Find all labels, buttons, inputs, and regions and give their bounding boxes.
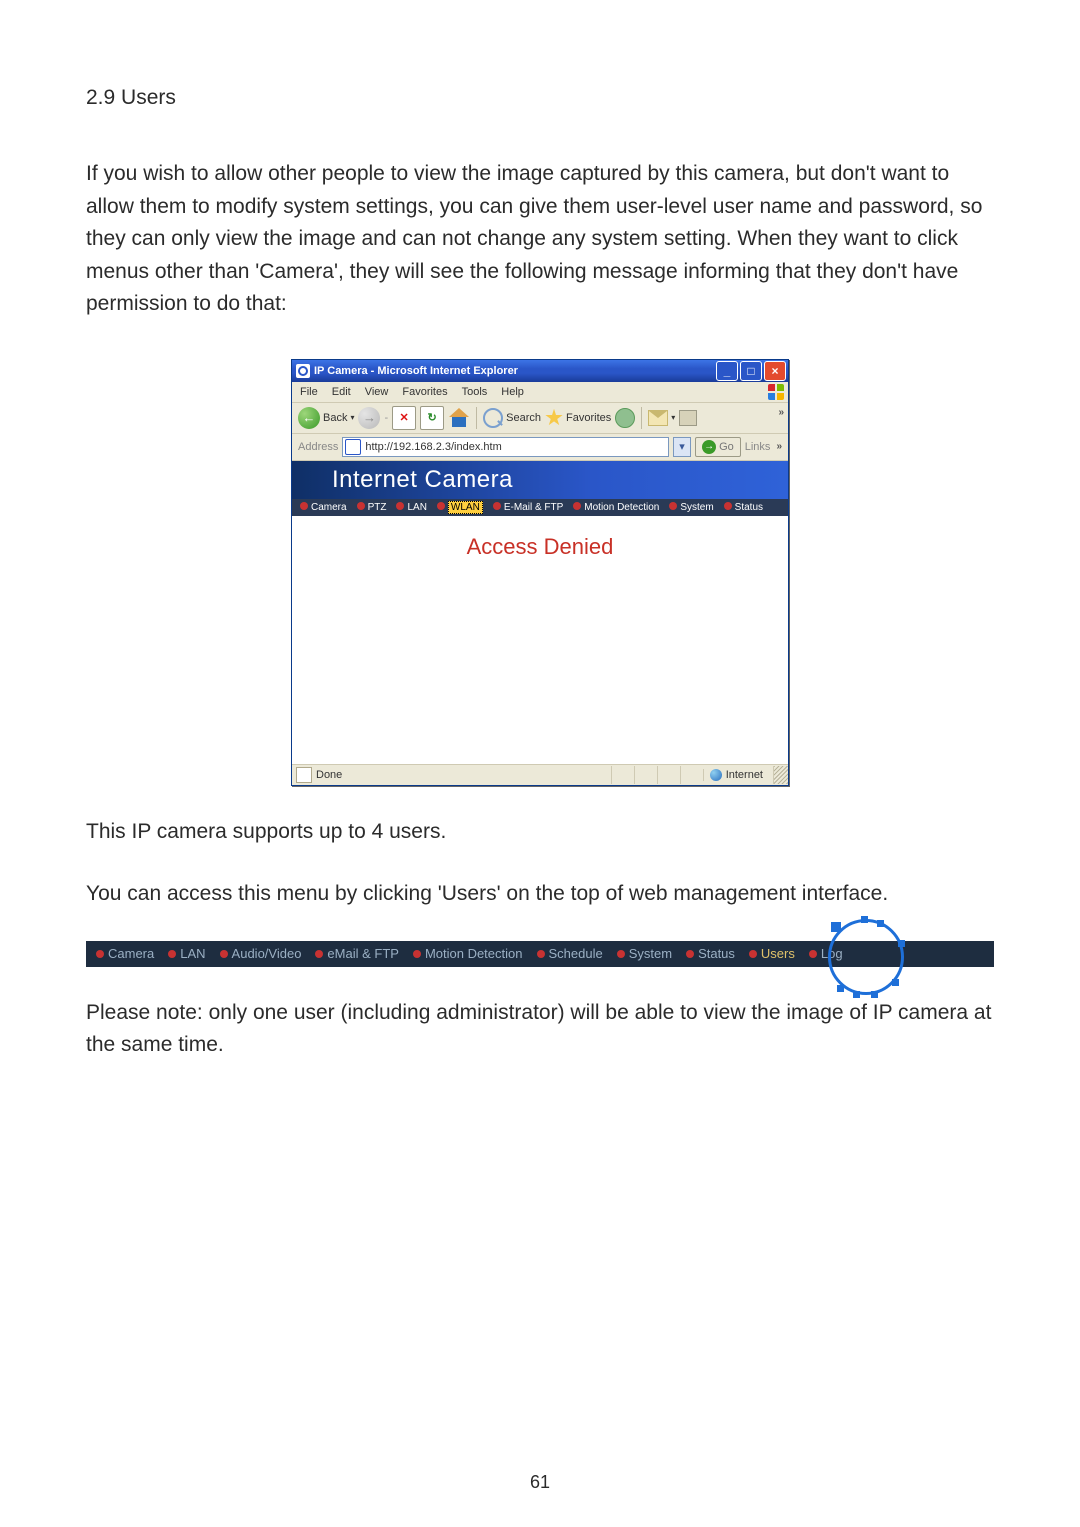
- nav-ptz[interactable]: PTZ: [357, 502, 387, 513]
- paragraph-3: You can access this menu by clicking 'Us…: [86, 878, 994, 911]
- search-button[interactable]: Search: [483, 408, 541, 428]
- address-dropdown[interactable]: ▾: [673, 437, 691, 457]
- address-bar: Address http://192.168.2.3/index.htm ▾ →…: [292, 434, 788, 461]
- wnav-camera[interactable]: Camera: [96, 946, 154, 961]
- document-page: 2.9 Users If you wish to allow other peo…: [0, 0, 1080, 1527]
- paragraph-2: This IP camera supports up to 4 users.: [86, 816, 994, 849]
- go-arrow-icon: →: [702, 440, 716, 454]
- go-button[interactable]: → Go: [695, 437, 741, 457]
- menu-view[interactable]: View: [365, 386, 389, 398]
- window-title: IP Camera - Microsoft Internet Explorer: [314, 365, 716, 377]
- close-button[interactable]: ×: [764, 361, 786, 381]
- forward-button[interactable]: →: [358, 407, 380, 429]
- chevron-down-icon: ▾: [671, 413, 675, 422]
- statusbar-segments: [611, 766, 703, 784]
- wnav-av[interactable]: Audio/Video: [220, 946, 302, 961]
- nav-camera[interactable]: Camera: [300, 502, 347, 513]
- favorites-button[interactable]: Favorites: [545, 409, 611, 427]
- zone-label: Internet: [726, 769, 763, 781]
- favorites-label: Favorites: [566, 412, 611, 424]
- status-zone: Internet: [703, 769, 773, 781]
- camera-content-area: Access Denied: [292, 516, 788, 764]
- links-overflow[interactable]: »: [776, 441, 782, 452]
- search-label: Search: [506, 412, 541, 424]
- windows-flag-icon: [768, 384, 784, 400]
- ie-window: IP Camera - Microsoft Internet Explorer …: [291, 359, 789, 786]
- menu-tools[interactable]: Tools: [462, 386, 488, 398]
- mail-button[interactable]: ▾: [648, 410, 675, 426]
- menu-help[interactable]: Help: [501, 386, 524, 398]
- nav-lan[interactable]: LAN: [396, 502, 426, 513]
- camera-nav: Camera PTZ LAN WLAN E-Mail & FTP Motion …: [292, 499, 788, 516]
- search-icon: [483, 408, 503, 428]
- links-label[interactable]: Links: [745, 441, 771, 453]
- back-button[interactable]: ← Back ▾: [298, 407, 354, 429]
- maximize-button[interactable]: □: [740, 361, 762, 381]
- resize-grip-icon[interactable]: [773, 766, 788, 784]
- address-label: Address: [298, 441, 338, 453]
- menu-bar: File Edit View Favorites Tools Help: [292, 382, 788, 403]
- mail-icon: [648, 410, 668, 426]
- nav-system[interactable]: System: [669, 502, 713, 513]
- wide-nav-screenshot: Camera LAN Audio/Video eMail & FTP Motio…: [86, 941, 994, 967]
- wnav-status[interactable]: Status: [686, 946, 735, 961]
- separator: [641, 407, 642, 429]
- toolbar: ← Back ▾ → - ✕ ↻ Search Favorites: [292, 403, 788, 434]
- minimize-button[interactable]: _: [716, 361, 738, 381]
- paragraph-4: Please note: only one user (including ad…: [86, 997, 994, 1062]
- window-titlebar: IP Camera - Microsoft Internet Explorer …: [292, 360, 788, 382]
- menu-file[interactable]: File: [300, 386, 318, 398]
- url-text: http://192.168.2.3/index.htm: [365, 441, 501, 453]
- wnav-schedule[interactable]: Schedule: [537, 946, 603, 961]
- page-number: 61: [0, 1472, 1080, 1493]
- back-arrow-icon: ←: [298, 407, 320, 429]
- globe-icon: [710, 769, 722, 781]
- forward-arrow-icon: →: [358, 407, 380, 429]
- printer-icon: [679, 410, 697, 426]
- stop-button[interactable]: ✕: [392, 406, 416, 430]
- status-bar: Done Internet: [292, 764, 788, 785]
- wide-nav-bar: Camera LAN Audio/Video eMail & FTP Motio…: [86, 941, 994, 967]
- home-button[interactable]: [448, 407, 470, 429]
- paragraph-1: If you wish to allow other people to vie…: [86, 158, 994, 321]
- print-button[interactable]: [679, 410, 697, 426]
- ie-logo-icon: [296, 364, 310, 378]
- back-label: Back: [323, 412, 347, 424]
- page-icon: [345, 439, 361, 455]
- wnav-log[interactable]: Log: [809, 946, 843, 961]
- separator: [476, 407, 477, 429]
- wnav-email[interactable]: eMail & FTP: [315, 946, 399, 961]
- wnav-system[interactable]: System: [617, 946, 672, 961]
- access-denied-message: Access Denied: [467, 534, 614, 560]
- nav-wlan[interactable]: WLAN: [437, 502, 483, 513]
- statusbar-page-icon: [296, 767, 312, 783]
- star-icon: [545, 409, 563, 427]
- nav-email[interactable]: E-Mail & FTP: [493, 502, 563, 513]
- menu-edit[interactable]: Edit: [332, 386, 351, 398]
- chevron-down-icon: ▾: [350, 413, 354, 422]
- wnav-motion[interactable]: Motion Detection: [413, 946, 523, 961]
- address-input[interactable]: http://192.168.2.3/index.htm: [342, 437, 669, 457]
- menu-favorites[interactable]: Favorites: [402, 386, 447, 398]
- wnav-lan[interactable]: LAN: [168, 946, 205, 961]
- nav-motion[interactable]: Motion Detection: [573, 502, 659, 513]
- media-button[interactable]: [615, 408, 635, 428]
- nav-status[interactable]: Status: [724, 502, 763, 513]
- wnav-users[interactable]: Users: [749, 946, 795, 961]
- refresh-button[interactable]: ↻: [420, 406, 444, 430]
- go-label: Go: [719, 441, 734, 453]
- toolbar-overflow[interactable]: »: [778, 407, 784, 418]
- camera-banner: Internet Camera: [292, 461, 788, 499]
- section-heading: 2.9 Users: [86, 86, 994, 110]
- status-done: Done: [316, 769, 342, 781]
